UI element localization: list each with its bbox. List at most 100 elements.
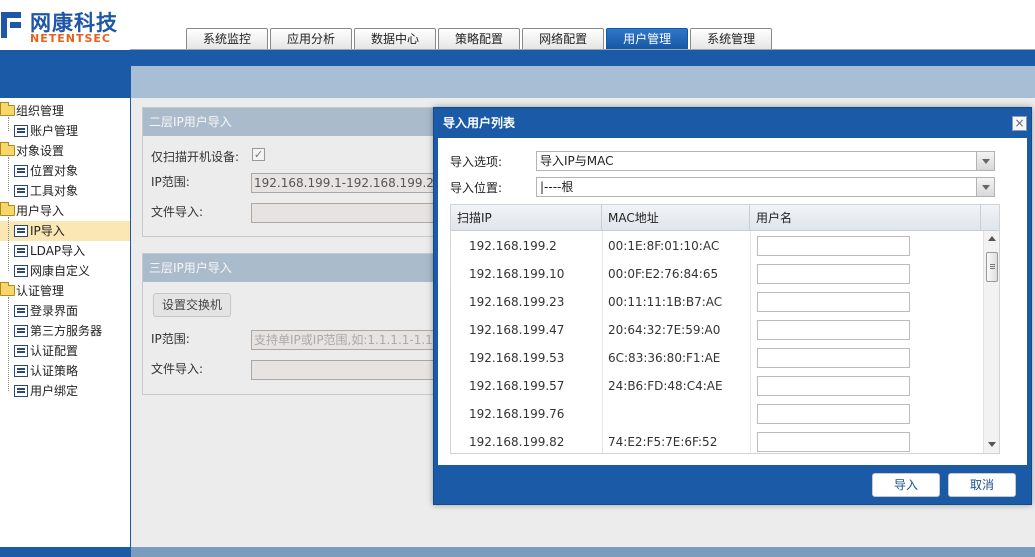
- nav-tab[interactable]: 用户管理: [606, 28, 689, 50]
- sidebar-group[interactable]: 对象设置: [0, 141, 130, 161]
- scan-ip-cell: 192.168.199.76: [469, 407, 565, 421]
- sidebar-item[interactable]: 认证策略: [0, 361, 130, 381]
- list-item-icon: [14, 305, 28, 317]
- username-input[interactable]: [757, 292, 910, 312]
- scan-ip-cell: 192.168.199.10: [469, 267, 565, 281]
- table-row: 192.168.199.76: [451, 400, 981, 428]
- sidebar-group[interactable]: 用户导入: [0, 201, 130, 221]
- layer3-ip-range-label: IP范围:: [151, 332, 190, 346]
- table-row: 192.168.199.23 00:11:11:1B:B7:AC: [451, 288, 981, 316]
- table-row: 192.168.199.10 00:0F:E2:76:84:65: [451, 260, 981, 288]
- grid-scrollbar[interactable]: [983, 231, 999, 453]
- chevron-down-icon[interactable]: [976, 152, 994, 170]
- list-item-icon: [14, 245, 28, 257]
- nav-tab[interactable]: 网络配置: [522, 28, 605, 50]
- import-location-label: 导入位置:: [450, 181, 503, 195]
- sidebar-item[interactable]: 用户绑定: [0, 381, 130, 401]
- username-input[interactable]: [757, 236, 910, 256]
- layer2-ip-range-input[interactable]: 192.168.199.1-192.168.199.254: [251, 173, 437, 193]
- sidebar-tree: 组织管理账户管理 对象设置位置对象工具对象用户导入 IP导入 LDAP导入网康自定义认…: [0, 98, 131, 547]
- chevron-down-icon[interactable]: [976, 178, 994, 196]
- scan-ip-cell: 192.168.199.2: [469, 239, 557, 253]
- column-header-scan-ip[interactable]: 扫描IP: [451, 205, 602, 231]
- header: 网康科技 NETENTSEC 系统监控 应用分析 数据中心 策略配置 网络配置 用户管理系…: [0, 0, 1035, 50]
- content-toolbar: [131, 66, 1035, 98]
- sidebar-item-label: 位置对象: [30, 164, 79, 178]
- sidebar-group-label: 认证管理: [16, 284, 65, 298]
- main-nav: 系统监控 应用分析 数据中心 策略配置 网络配置 用户管理 系统管理: [186, 28, 774, 50]
- username-input[interactable]: [757, 404, 910, 424]
- username-input[interactable]: [757, 376, 910, 396]
- mac-address-cell: 00:11:11:1B:B7:AC: [608, 295, 723, 309]
- layer2-file-import-label: 文件导入:: [151, 205, 204, 219]
- tree-guide-line: [8, 217, 9, 271]
- layer3-ip-range-input[interactable]: 支持单IP或IP范围,如:1.1.1.1-1.1.1.: [251, 330, 437, 350]
- column-header-username[interactable]: 用户名: [750, 205, 981, 231]
- brand-name-en: NETENTSEC: [30, 32, 111, 45]
- list-item-icon: [14, 325, 28, 337]
- logo: 网康科技 NETENTSEC: [0, 5, 130, 45]
- layer3-file-import-input[interactable]: [251, 360, 437, 380]
- tree-guide-line: [8, 117, 9, 131]
- close-icon[interactable]: ×: [1012, 116, 1027, 131]
- layer2-file-import-input[interactable]: [251, 203, 437, 223]
- top-blue-bar: [0, 50, 1035, 98]
- username-input[interactable]: [757, 320, 910, 340]
- mac-address-cell: 24:B6:FD:48:C4:AE: [608, 379, 723, 393]
- nav-tab[interactable]: 策略配置: [438, 28, 521, 50]
- sidebar-item-label: 用户绑定: [30, 384, 79, 398]
- sidebar-item[interactable]: IP导入: [0, 221, 130, 241]
- folder-icon: [0, 202, 15, 216]
- username-input[interactable]: [757, 264, 910, 284]
- list-item-icon: [14, 165, 28, 177]
- import-location-value: |----根: [540, 180, 574, 194]
- nav-tab[interactable]: 应用分析: [270, 28, 353, 50]
- nav-tab[interactable]: 系统监控: [186, 28, 269, 50]
- sidebar-group-label: 用户导入: [16, 204, 65, 218]
- import-option-label: 导入选项:: [450, 155, 503, 169]
- sidebar-item[interactable]: 认证配置: [0, 341, 130, 361]
- table-row: 192.168.199.57 24:B6:FD:48:C4:AE: [451, 372, 981, 400]
- list-item-icon: [14, 185, 28, 197]
- sidebar-item[interactable]: 第三方服务器: [0, 321, 130, 341]
- sidebar-item[interactable]: LDAP导入: [0, 241, 130, 261]
- dialog-title: 导入用户列表: [443, 116, 516, 130]
- cancel-button[interactable]: 取消: [948, 473, 1016, 497]
- sidebar-group[interactable]: 认证管理: [0, 281, 130, 301]
- scan-powered-on-checkbox[interactable]: ✓: [252, 148, 265, 161]
- scroll-up-arrow-icon[interactable]: [988, 236, 996, 241]
- import-location-select[interactable]: |----根: [536, 177, 995, 197]
- scroll-down-arrow-icon[interactable]: [988, 442, 996, 447]
- mac-address-cell: 00:1E:8F:01:10:AC: [608, 239, 720, 253]
- sidebar-item-label: 网康自定义: [30, 264, 91, 278]
- list-item-icon: [14, 125, 28, 137]
- nav-tab[interactable]: 系统管理: [690, 28, 773, 50]
- username-input[interactable]: [757, 432, 910, 452]
- table-row: 192.168.199.2 00:1E:8F:01:10:AC: [451, 232, 981, 260]
- list-item-icon: [14, 385, 28, 397]
- list-item-icon: [14, 225, 28, 237]
- sidebar-group[interactable]: 组织管理: [0, 101, 130, 121]
- set-switch-button[interactable]: 设置交换机: [153, 293, 232, 317]
- sidebar-item[interactable]: 账户管理: [0, 121, 130, 141]
- sidebar-item[interactable]: 工具对象: [0, 181, 130, 201]
- folder-icon: [0, 142, 15, 156]
- sidebar-item[interactable]: 登录界面: [0, 301, 130, 321]
- nav-tab[interactable]: 数据中心: [354, 28, 437, 50]
- mac-address-cell: 20:64:32:7E:59:A0: [608, 323, 721, 337]
- tree-guide-line: [8, 297, 9, 391]
- import-button[interactable]: 导入: [872, 473, 940, 497]
- import-option-select[interactable]: 导入IP与MAC: [536, 151, 995, 171]
- table-row: 192.168.199.47 20:64:32:7E:59:A0: [451, 316, 981, 344]
- sidebar-group-label: 组织管理: [16, 104, 65, 118]
- scroll-thumb[interactable]: [986, 252, 998, 282]
- username-input[interactable]: [757, 348, 910, 368]
- sidebar-item[interactable]: 位置对象: [0, 161, 130, 181]
- scan-ip-cell: 192.168.199.47: [469, 323, 565, 337]
- sidebar-item[interactable]: 网康自定义: [0, 261, 130, 281]
- mac-address-cell: 6C:83:36:80:F1:AE: [608, 351, 721, 365]
- user-list-grid: 扫描IP MAC地址 用户名 192.168.199.2 00:1E:8F:01:…: [450, 204, 1000, 454]
- column-header-mac[interactable]: MAC地址: [602, 205, 750, 231]
- sidebar-item-label: 工具对象: [30, 184, 79, 198]
- sidebar-item-label: 认证策略: [30, 364, 79, 378]
